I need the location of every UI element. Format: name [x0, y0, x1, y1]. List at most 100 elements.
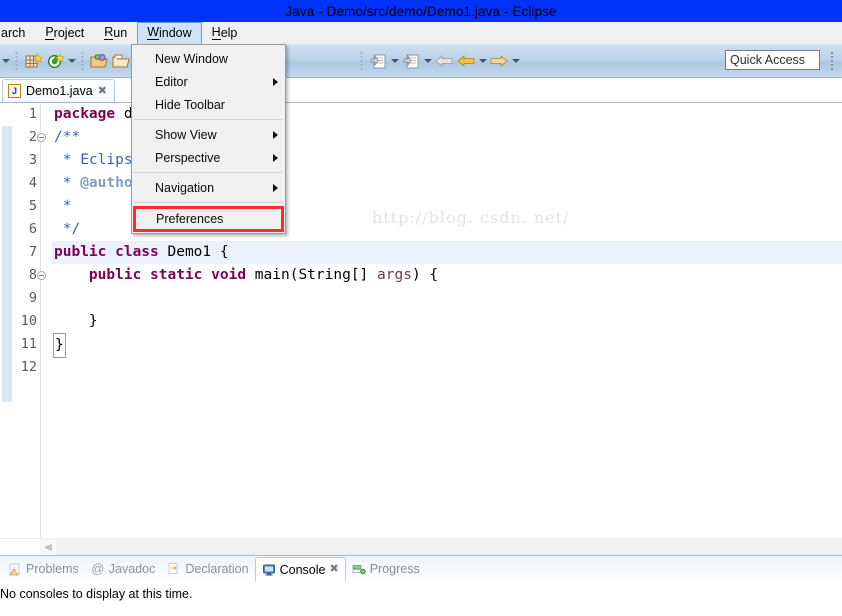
line-number: 12 [20, 359, 37, 375]
line-number: 1 [28, 106, 37, 122]
editor-horizontal-scrollbar[interactable]: ◀ [0, 538, 842, 555]
line-number: 4 [28, 175, 37, 191]
menu-item-navigation[interactable]: Navigation [132, 176, 285, 199]
annotation-ruler[interactable] [0, 103, 14, 538]
line-number: 9 [28, 290, 37, 306]
back-history-icon[interactable] [455, 50, 477, 72]
declaration-icon [167, 562, 181, 576]
editor-tab-label: Demo1.java [26, 84, 93, 98]
menu-bar: arch Project Run Window Help [0, 22, 842, 45]
fold-toggle-icon[interactable] [37, 133, 46, 142]
console-message: No consoles to display at this time. [0, 587, 193, 601]
close-icon[interactable]: ✖ [329, 564, 338, 575]
open-resource-icon[interactable] [110, 50, 132, 72]
save-dropdown-caret[interactable] [389, 50, 400, 72]
back-arrow-icon[interactable] [433, 50, 455, 72]
menu-run-label: un [113, 25, 128, 40]
javadoc-icon: @ [91, 561, 105, 576]
menu-item-show-view-label: Show View [155, 127, 217, 142]
menu-separator [134, 172, 283, 173]
scrollbar-track[interactable] [56, 539, 842, 555]
menu-item-show-view[interactable]: Show View [132, 123, 285, 146]
toolbar-drag-handle[interactable] [830, 51, 834, 71]
menu-item-hide-toolbar-label: Hide Toolbar [155, 97, 225, 112]
tab-declaration[interactable]: Declaration [161, 557, 254, 581]
tab-problems-label: Problems [26, 562, 79, 576]
line-number: 3 [28, 152, 37, 168]
tab-javadoc[interactable]: @ Javadoc [85, 557, 162, 581]
menu-item-new-window-label: New Window [155, 51, 228, 66]
console-output: No consoles to display at this time. [0, 581, 842, 601]
new-java-project-icon[interactable] [44, 50, 66, 72]
menu-project-mnemonic: P [45, 25, 54, 40]
menu-run-mnemonic: R [104, 25, 114, 40]
window-title-bar: Java - Demo/src/demo/Demo1.java - Eclips… [0, 0, 842, 22]
new-java-project-dropdown-caret[interactable] [66, 50, 77, 72]
quick-access-input[interactable]: Quick Access [725, 50, 820, 70]
menu-item-editor-label: Editor [155, 74, 188, 89]
quick-access-placeholder: Quick Access [730, 53, 806, 67]
fold-toggle-icon[interactable] [37, 271, 46, 280]
menu-help[interactable]: Help [202, 22, 248, 44]
back-dropdown-caret[interactable] [477, 50, 488, 72]
menu-help-mnemonic: H [211, 25, 221, 40]
submenu-arrow-icon [273, 183, 278, 192]
submenu-arrow-icon [273, 77, 278, 86]
menu-item-new-window[interactable]: New Window [132, 47, 285, 70]
menu-window-label: indow [159, 25, 192, 40]
code-line: } [52, 333, 842, 358]
window-title: Java - Demo/src/demo/Demo1.java - Eclips… [285, 3, 557, 19]
new-java-element-dropdown-caret[interactable] [422, 50, 433, 72]
close-icon[interactable]: ✖ [98, 85, 107, 97]
code-line: public class Demo1 { [52, 241, 842, 264]
menu-separator [134, 119, 283, 120]
menu-item-preferences-label: Preferences [156, 212, 224, 226]
menu-item-perspective-label: Perspective [155, 150, 221, 165]
menu-help-label: elp [220, 25, 238, 40]
forward-dropdown-caret[interactable] [510, 50, 521, 72]
menu-item-preferences[interactable]: Preferences [133, 206, 284, 232]
tab-javadoc-label: Javadoc [108, 562, 156, 576]
menu-separator [134, 202, 283, 203]
forward-arrow-icon[interactable] [488, 50, 510, 72]
menu-item-editor[interactable]: Editor [132, 70, 285, 93]
window-menu-dropdown[interactable]: New Window Editor Hide Toolbar Show View… [131, 44, 286, 234]
menu-item-hide-toolbar[interactable]: Hide Toolbar [132, 93, 285, 116]
bottom-view-panel: Problems @ Javadoc Declaration Console ✖… [0, 555, 842, 612]
submenu-arrow-icon [273, 153, 278, 162]
tab-console[interactable]: Console ✖ [254, 557, 346, 581]
menu-project[interactable]: Project [35, 22, 94, 44]
problems-icon [8, 562, 22, 576]
save-icon[interactable] [367, 50, 389, 72]
toolbar-separator [360, 51, 363, 71]
gutter-separator [40, 103, 52, 538]
menu-search-label: arch [1, 25, 26, 40]
menu-project-label: roject [53, 25, 85, 40]
new-wizard-icon[interactable] [22, 50, 44, 72]
toolbar-overflow-caret-left[interactable] [0, 50, 11, 72]
toolbar-separator [15, 51, 18, 71]
scrollbar-corner [0, 539, 40, 555]
console-icon [262, 563, 276, 577]
code-editor[interactable]: 1 2 3 4 5 6 7 8 9 10 11 12 package demo;… [0, 103, 842, 538]
line-number: 2 [14, 126, 46, 149]
toolbar-separator [81, 51, 84, 71]
editor-tab-demo1[interactable]: J Demo1.java ✖ [2, 79, 115, 102]
new-java-element-icon[interactable] [400, 50, 422, 72]
menu-window[interactable]: Window [137, 22, 202, 44]
line-number: 7 [28, 244, 37, 260]
line-number: 6 [28, 221, 37, 237]
main-toolbar: Quick Access [0, 45, 842, 78]
menu-item-navigation-label: Navigation [155, 180, 215, 195]
line-number-gutter: 1 2 3 4 5 6 7 8 9 10 11 12 [14, 103, 46, 538]
tab-progress[interactable]: Progress [346, 557, 426, 581]
menu-run[interactable]: Run [94, 22, 137, 44]
menu-search[interactable]: arch [0, 22, 35, 44]
tab-problems[interactable]: Problems [2, 557, 85, 581]
tab-console-label: Console [279, 562, 326, 577]
menu-item-perspective[interactable]: Perspective [132, 146, 285, 169]
scroll-left-icon[interactable]: ◀ [40, 539, 56, 555]
open-type-icon[interactable] [88, 50, 110, 72]
bottom-tab-bar: Problems @ Javadoc Declaration Console ✖… [0, 556, 842, 581]
